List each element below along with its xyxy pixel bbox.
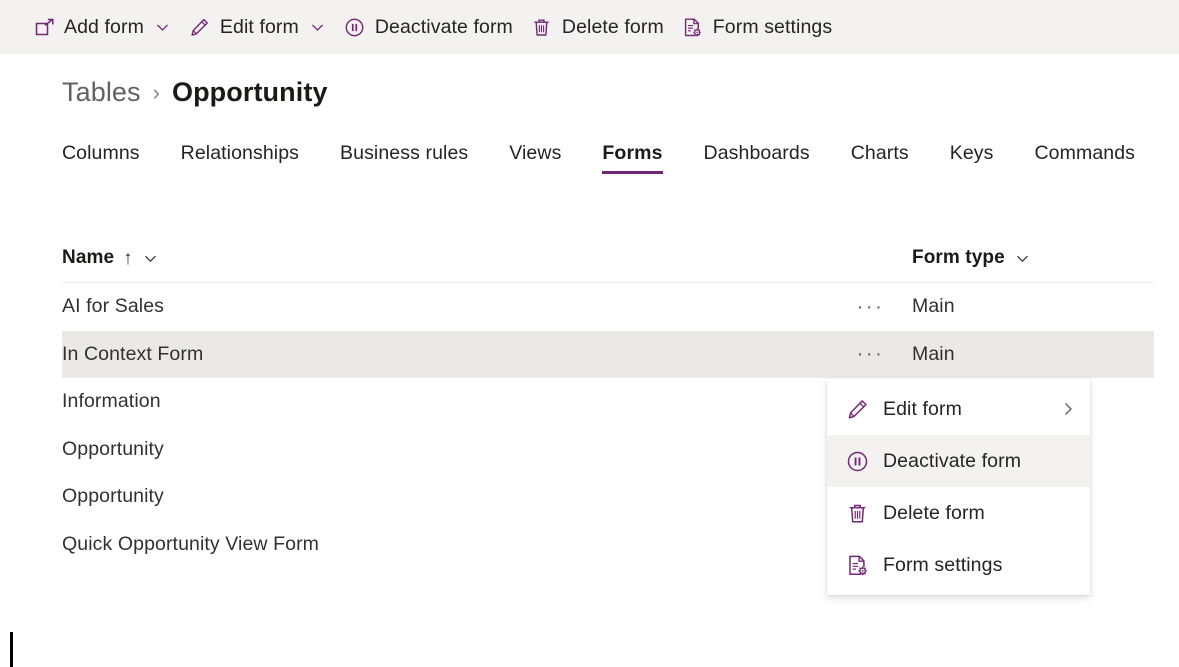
grid-header-row: Name ↑ Form type [62,234,1154,283]
command-add-form[interactable]: Add form [24,7,180,47]
breadcrumb-separator-icon: › [153,82,160,104]
context-menu-item-deactivate-form-label: Deactivate form [883,450,1076,473]
page-title: Opportunity [172,77,328,108]
row-overflow-menu-button[interactable]: ··· [852,292,886,322]
tab-dashboards-label: Dashboards [704,142,810,164]
document-gear-icon [682,16,704,38]
add-form-icon [33,16,55,38]
tab-business-rules-label: Business rules [340,142,468,164]
chevron-right-icon [1060,401,1076,417]
cell-row-actions: ··· [852,292,912,322]
cell-form-type: Main [912,295,1154,318]
chevron-down-icon[interactable] [310,19,326,35]
text-cursor-caret [10,632,13,667]
tab-columns-label: Columns [62,142,140,164]
command-deactivate-form[interactable]: Deactivate form [335,7,522,47]
tab-business-rules[interactable]: Business rules [340,142,468,174]
tab-relationships[interactable]: Relationships [181,142,299,174]
tab-views[interactable]: Views [509,142,561,174]
tab-relationships-label: Relationships [181,142,299,164]
command-add-form-label: Add form [64,16,144,39]
row-overflow-menu-button[interactable]: ··· [852,339,886,369]
column-header-form-type[interactable]: Form type [912,247,1154,269]
pencil-icon [845,397,869,421]
tab-keys-label: Keys [950,142,994,164]
command-delete-form[interactable]: Delete form [522,7,673,47]
table-row[interactable]: AI for Sales ··· Main [62,283,1154,331]
cell-form-name: Quick Opportunity View Form [62,533,852,556]
command-edit-form-label: Edit form [220,16,299,39]
cell-form-name: In Context Form [62,343,852,366]
row-context-menu: Edit form Deactivate form Delete f [827,379,1090,595]
context-menu-item-delete-form-label: Delete form [883,502,1076,525]
column-header-form-type-label: Form type [912,247,1005,269]
chevron-down-icon[interactable] [1015,250,1031,266]
tab-charts-label: Charts [851,142,909,164]
chevron-down-icon[interactable] [155,19,171,35]
pause-circle-icon [845,449,869,473]
document-gear-icon [845,553,869,577]
trash-icon [845,501,869,525]
trash-icon [531,16,553,38]
cell-form-name: Opportunity [62,438,852,461]
command-form-settings[interactable]: Form settings [673,7,841,47]
context-menu-item-edit-form[interactable]: Edit form [827,383,1090,435]
column-header-name-label: Name [62,247,114,269]
tab-commands-label: Commands [1035,142,1136,164]
command-bar: Add form Edit form [0,0,1179,54]
context-menu-item-deactivate-form[interactable]: Deactivate form [827,435,1090,487]
tab-columns[interactable]: Columns [62,142,140,174]
pencil-icon [189,16,211,38]
breadcrumb-tables-link[interactable]: Tables [62,77,141,108]
context-menu-item-delete-form[interactable]: Delete form [827,487,1090,539]
command-delete-form-label: Delete form [562,16,664,39]
context-menu-item-edit-form-label: Edit form [883,398,1060,421]
cell-form-name: Information [62,390,852,413]
command-form-settings-label: Form settings [713,16,832,39]
tab-keys[interactable]: Keys [950,142,994,174]
tab-charts[interactable]: Charts [851,142,909,174]
cell-form-type: Main [912,343,1154,366]
context-menu-item-form-settings-label: Form settings [883,554,1076,577]
cell-row-actions: ··· [852,339,912,369]
tab-commands[interactable]: Commands [1035,142,1136,174]
table-row[interactable]: In Context Form ··· Main [62,331,1154,379]
tab-forms[interactable]: Forms [602,142,662,174]
cell-form-name: Opportunity [62,485,852,508]
context-menu-item-form-settings[interactable]: Form settings [827,539,1090,591]
tab-views-label: Views [509,142,561,164]
column-header-name[interactable]: Name ↑ [62,247,852,269]
breadcrumb: Tables › Opportunity [62,77,328,108]
pause-circle-icon [344,16,366,38]
chevron-down-icon[interactable] [143,250,159,266]
sort-ascending-icon: ↑ [123,249,133,268]
tab-dashboards[interactable]: Dashboards [704,142,810,174]
entity-tab-bar: Columns Relationships Business rules Vie… [62,142,1135,174]
command-edit-form[interactable]: Edit form [180,7,335,47]
cell-form-name: AI for Sales [62,295,852,318]
command-deactivate-form-label: Deactivate form [375,16,513,39]
tab-forms-label: Forms [602,142,662,164]
